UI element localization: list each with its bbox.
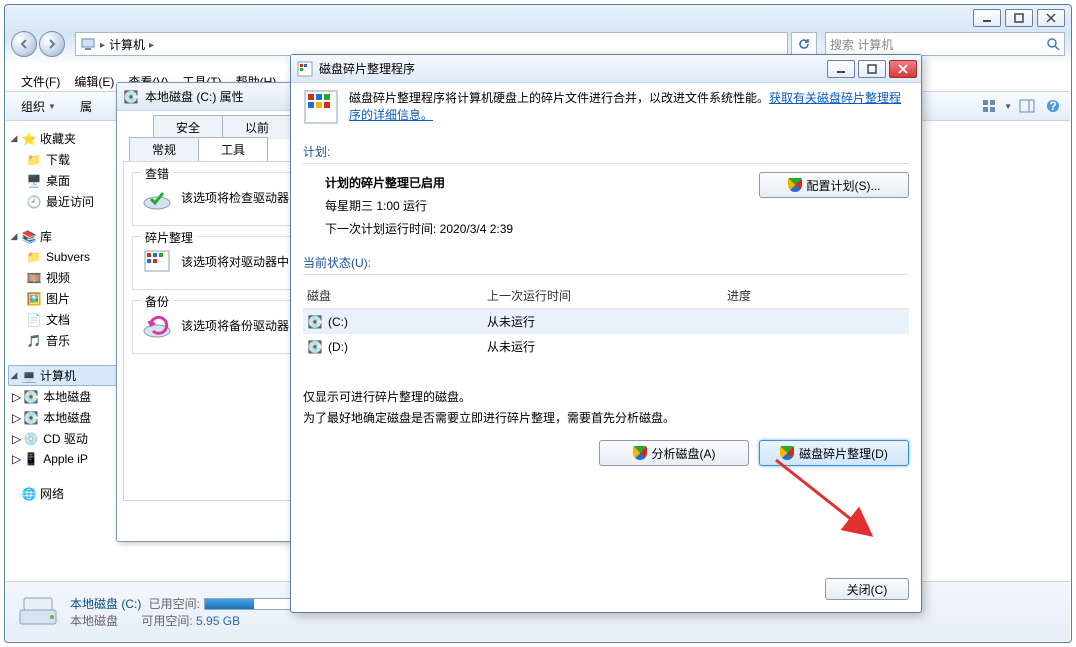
tab-general[interactable]: 常规: [129, 137, 199, 161]
search-input[interactable]: 搜索 计算机: [825, 32, 1065, 56]
maximize-button[interactable]: [1005, 9, 1033, 27]
forward-button[interactable]: [39, 31, 65, 57]
backup-icon: [141, 309, 173, 341]
picture-icon: 🖼️: [26, 291, 42, 307]
properties-title: 本地磁盘 (C:) 属性: [145, 88, 244, 105]
sidebar-item-drive-d[interactable]: ▷💽本地磁盘: [8, 407, 126, 428]
cd-icon: 💿: [23, 431, 39, 447]
drive-icon: 💽: [307, 339, 323, 355]
sidebar-item-subversion[interactable]: 📁Subvers: [8, 247, 126, 267]
search-icon: [1046, 37, 1060, 51]
maximize-button[interactable]: [858, 60, 886, 78]
sidebar: ◢⭐收藏夹 📁下载 🖥️桌面 🕘最近访问 ◢📚库 📁Subvers 🎞️视频 🖼…: [6, 122, 128, 580]
sidebar-item-pictures[interactable]: 🖼️图片: [8, 288, 126, 309]
computer-icon: 💻: [21, 368, 37, 384]
sidebar-network-head[interactable]: ▷🌐网络: [8, 483, 126, 504]
back-button[interactable]: [11, 31, 37, 57]
nav-back-forward: [11, 30, 71, 58]
schedule-head: 计划:: [303, 143, 909, 160]
sidebar-item-music[interactable]: 🎵音乐: [8, 330, 126, 351]
defrag-intro: 磁盘碎片整理程序将计算机硬盘上的碎片文件进行合并，以改进文件系统性能。获取有关磁…: [303, 89, 909, 125]
table-header: 磁盘 上一次运行时间 进度: [303, 283, 909, 309]
music-icon: 🎵: [26, 333, 42, 349]
table-row[interactable]: 💽(C:) 从未运行: [303, 309, 909, 334]
close-button[interactable]: 关闭(C): [825, 578, 909, 600]
drive-icon: 💽: [23, 389, 39, 405]
sidebar-item-recent[interactable]: 🕘最近访问: [8, 191, 126, 212]
menu-file[interactable]: 文件(F): [15, 71, 66, 92]
properties-button[interactable]: 属: [71, 94, 101, 119]
close-button[interactable]: [889, 60, 917, 78]
drive-icon: [16, 590, 60, 634]
sidebar-item-videos[interactable]: 🎞️视频: [8, 267, 126, 288]
defrag-button[interactable]: 磁盘碎片整理(D): [759, 440, 909, 466]
sidebar-item-drive-c[interactable]: ▷💽本地磁盘: [8, 386, 126, 407]
defrag-body: 磁盘碎片整理程序将计算机硬盘上的碎片文件进行合并，以改进文件系统性能。获取有关磁…: [303, 89, 909, 600]
tab-tools[interactable]: 工具: [198, 137, 268, 161]
computer-icon: [80, 36, 96, 52]
sidebar-item-desktop[interactable]: 🖥️桌面: [8, 170, 126, 191]
defrag-icon: [141, 245, 173, 277]
desktop-icon: 🖥️: [26, 173, 42, 189]
folder-icon: 📁: [26, 152, 42, 168]
defrag-window: 磁盘碎片整理程序 磁盘碎片整理程序将计算机硬盘上的碎片文件进行合并，以改进文件系…: [290, 54, 922, 613]
minimize-button[interactable]: [973, 9, 1001, 27]
preview-pane-icon[interactable]: [1016, 95, 1038, 117]
library-icon: 📚: [21, 229, 37, 245]
schedule-info: 计划的碎片整理已启用 每星期三 1:00 运行 下一次计划运行时间: 2020/…: [303, 172, 513, 240]
table-row[interactable]: 💽(D:) 从未运行: [303, 334, 909, 359]
drive-type: 本地磁盘: [70, 614, 118, 628]
defrag-actions: 分析磁盘(A) 磁盘碎片整理(D): [303, 440, 909, 466]
svg-text:?: ?: [1049, 99, 1056, 113]
shield-icon: [788, 178, 802, 192]
free-space: 5.95 GB: [196, 614, 240, 628]
view-mode-icon[interactable]: [978, 95, 1000, 117]
breadcrumb-item[interactable]: 计算机: [109, 36, 145, 53]
breadcrumb-sep: [100, 37, 105, 51]
video-icon: 🎞️: [26, 270, 42, 286]
menu-edit[interactable]: 编辑(E): [68, 71, 120, 92]
status-head: 当前状态(U):: [303, 254, 909, 271]
device-icon: 📱: [23, 451, 39, 467]
star-icon: ⭐: [21, 131, 37, 147]
folder-icon: 📁: [26, 249, 42, 265]
recent-icon: 🕘: [26, 194, 42, 210]
drive-icon: 💽: [307, 314, 323, 330]
defrag-icon: [297, 61, 313, 77]
sidebar-item-apple[interactable]: ▷📱Apple iP: [8, 449, 126, 469]
shield-icon: [780, 446, 794, 460]
minimize-button[interactable]: [827, 60, 855, 78]
refresh-button[interactable]: [791, 32, 817, 56]
sidebar-computer-head[interactable]: ◢💻计算机: [8, 365, 126, 386]
search-placeholder: 搜索 计算机: [830, 36, 893, 53]
defrag-note: 仅显示可进行碎片整理的磁盘。 为了最好地确定磁盘是否需要立即进行碎片整理，需要首…: [303, 387, 909, 428]
document-icon: 📄: [26, 312, 42, 328]
address-bar[interactable]: 计算机: [75, 32, 788, 56]
tab-previous[interactable]: 以前: [222, 115, 292, 139]
sidebar-libraries-head[interactable]: ◢📚库: [8, 226, 126, 247]
network-icon: 🌐: [21, 486, 37, 502]
breadcrumb-sep: [149, 37, 154, 51]
analyze-button[interactable]: 分析磁盘(A): [599, 440, 749, 466]
sidebar-item-downloads[interactable]: 📁下载: [8, 149, 126, 170]
check-icon: [141, 181, 173, 213]
organize-button[interactable]: 组织 ▼: [12, 94, 65, 119]
sidebar-item-documents[interactable]: 📄文档: [8, 309, 126, 330]
shield-icon: [633, 446, 647, 460]
drive-icon: 💽: [123, 89, 139, 105]
sidebar-item-cd[interactable]: ▷💿CD 驱动: [8, 428, 126, 449]
defrag-title: 磁盘碎片整理程序: [319, 60, 415, 77]
tab-security[interactable]: 安全: [153, 115, 223, 139]
close-button[interactable]: [1037, 9, 1065, 27]
defrag-icon: [303, 89, 339, 125]
sidebar-favorites-head[interactable]: ◢⭐收藏夹: [8, 128, 126, 149]
defrag-titlebar[interactable]: 磁盘碎片整理程序: [291, 55, 921, 83]
config-schedule-button[interactable]: 配置计划(S)...: [759, 172, 909, 198]
drive-icon: 💽: [23, 410, 39, 426]
help-icon[interactable]: ?: [1042, 95, 1064, 117]
drive-name: 本地磁盘 (C:): [70, 597, 141, 611]
